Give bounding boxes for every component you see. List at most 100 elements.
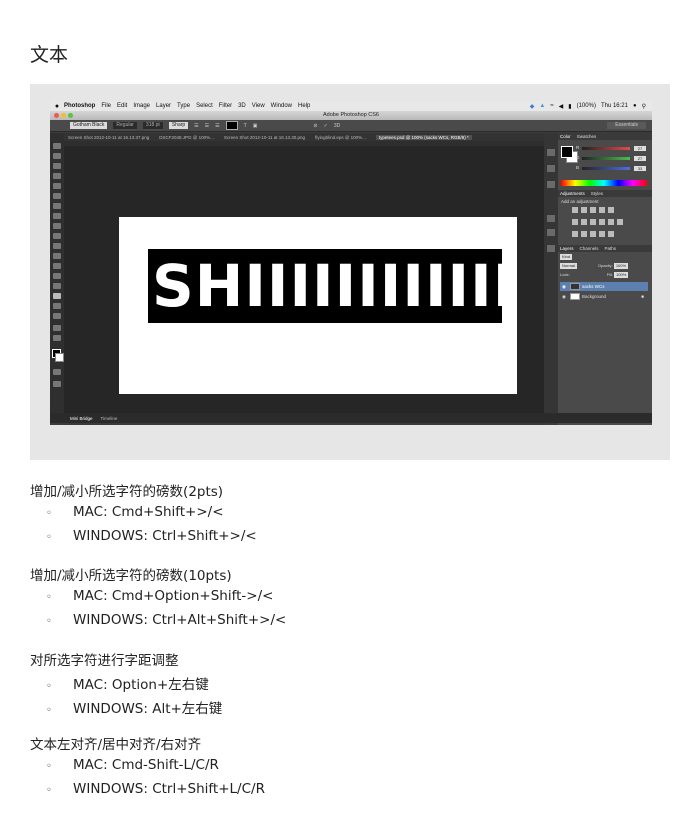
fill-field[interactable]: 100% — [614, 272, 629, 278]
quick-mask-icon[interactable] — [53, 369, 61, 375]
font-family-select[interactable]: Gotham Black — [70, 122, 108, 129]
visibility-eye-icon[interactable]: ◉ — [562, 282, 566, 291]
lasso-tool-icon[interactable] — [53, 163, 61, 169]
blue-value[interactable]: 33 — [634, 166, 646, 171]
selective-color-icon[interactable] — [608, 231, 614, 237]
menu-type[interactable]: Type — [177, 103, 190, 109]
zoom-window-button[interactable] — [68, 113, 73, 118]
3d-text-icon[interactable]: 3D — [334, 123, 340, 129]
type-tool-icon[interactable] — [53, 293, 61, 299]
photo-filter-icon[interactable] — [599, 219, 605, 225]
menu-3d[interactable]: 3D — [238, 103, 246, 109]
brush-tool-icon[interactable] — [53, 213, 61, 219]
eraser-tool-icon[interactable] — [53, 243, 61, 249]
close-window-button[interactable] — [54, 113, 59, 118]
paragraph-panel-icon[interactable] — [547, 229, 555, 236]
hue-saturation-icon[interactable] — [572, 219, 578, 225]
battery-icon[interactable]: ▮ — [568, 103, 571, 110]
tab-color[interactable]: Color — [560, 133, 571, 140]
levels-icon[interactable] — [581, 207, 587, 213]
menu-file[interactable]: File — [101, 103, 111, 109]
cancel-edit-icon[interactable]: ⊘ — [313, 123, 317, 129]
zoom-tool-icon[interactable] — [53, 335, 61, 341]
warp-text-icon[interactable]: T — [244, 123, 247, 129]
brightness-icon[interactable] — [572, 207, 578, 213]
tab-swatches[interactable]: Swatches — [577, 133, 597, 140]
healing-brush-tool-icon[interactable] — [53, 203, 61, 209]
font-style-select[interactable]: Regular — [113, 122, 137, 129]
workspace-select[interactable]: Essentials — [607, 122, 646, 129]
exposure-icon[interactable] — [599, 207, 605, 213]
document-tab[interactable]: flyingblind.eps @ 100%... — [315, 135, 366, 140]
menu-help[interactable]: Help — [298, 103, 310, 109]
crop-tool-icon[interactable] — [53, 183, 61, 189]
gradient-map-icon[interactable] — [599, 231, 605, 237]
actions-panel-icon[interactable] — [547, 165, 555, 172]
antialias-select[interactable]: Sharp — [168, 122, 189, 129]
clone-stamp-tool-icon[interactable] — [53, 223, 61, 229]
dodge-tool-icon[interactable] — [53, 273, 61, 279]
document-tab[interactable]: DSCF2048.JPG @ 100%... — [159, 135, 214, 140]
green-slider[interactable] — [582, 157, 630, 160]
quick-select-tool-icon[interactable] — [53, 173, 61, 179]
apple-icon[interactable]: ● — [50, 103, 64, 110]
hand-tool-icon[interactable] — [53, 325, 61, 331]
invert-icon[interactable] — [572, 231, 578, 237]
black-white-icon[interactable] — [590, 219, 596, 225]
menu-select[interactable]: Select — [196, 103, 213, 109]
tab-channels[interactable]: Channels — [580, 245, 599, 252]
font-size-select[interactable]: 318 pt — [142, 122, 163, 129]
tab-paths[interactable]: Paths — [605, 245, 617, 252]
blue-slider[interactable] — [582, 167, 630, 170]
minimize-window-button[interactable] — [61, 113, 66, 118]
character-panel-icon[interactable]: ▣ — [253, 123, 258, 129]
tool-presets-icon[interactable] — [547, 245, 555, 252]
eyedropper-tool-icon[interactable] — [53, 193, 61, 199]
document-tab-active[interactable]: typetees.psd @ 100% (sacks WCs, RGB/8) * — [375, 134, 472, 140]
blend-mode-select[interactable]: Normal — [560, 263, 577, 269]
tab-styles[interactable]: Styles — [591, 190, 603, 197]
color-spectrum[interactable] — [561, 180, 647, 186]
screen-mode-icon[interactable] — [53, 381, 61, 387]
path-select-tool-icon[interactable] — [53, 303, 61, 309]
align-right-icon[interactable]: ☰ — [215, 123, 219, 129]
curves-icon[interactable] — [590, 207, 596, 213]
twitter-icon[interactable]: ▲ — [539, 103, 545, 109]
opacity-field[interactable]: 100% — [613, 263, 629, 269]
brush-panel-icon[interactable] — [547, 181, 555, 188]
canvas-type-layer[interactable]: SHIIIIIIIIIIIIIII — [148, 249, 502, 323]
background-color-swatch[interactable] — [55, 353, 64, 362]
red-slider[interactable] — [582, 147, 630, 150]
color-balance-icon[interactable] — [581, 219, 587, 225]
document-tab[interactable]: Screen Shot 2012-10-11 at 16.13.37.png — [68, 135, 149, 140]
menu-image[interactable]: Image — [133, 103, 150, 109]
color-lookup-icon[interactable] — [617, 219, 623, 225]
layer-row-background[interactable]: ◉ Background ■ — [560, 292, 648, 301]
align-left-icon[interactable]: ☰ — [194, 123, 198, 129]
menu-layer[interactable]: Layer — [156, 103, 171, 109]
tab-mini-bridge[interactable]: Mini Bridge — [70, 416, 93, 421]
character-panel-dock-icon[interactable] — [547, 215, 555, 222]
green-value[interactable]: 27 — [634, 156, 646, 161]
posterize-icon[interactable] — [581, 231, 587, 237]
volume-icon[interactable]: ◀ — [559, 103, 564, 110]
pen-tool-icon[interactable] — [53, 283, 61, 289]
tab-timeline[interactable]: Timeline — [101, 416, 118, 421]
wifi-icon[interactable]: ≈ — [550, 103, 553, 109]
channel-mixer-icon[interactable] — [608, 219, 614, 225]
text-color-swatch[interactable] — [225, 121, 238, 130]
dropbox-icon[interactable]: ◆ — [530, 103, 535, 110]
menu-window[interactable]: Window — [271, 103, 292, 109]
user-icon[interactable]: ● — [633, 103, 637, 109]
menu-filter[interactable]: Filter — [219, 103, 232, 109]
spotlight-search-icon[interactable]: ⚲ — [642, 103, 646, 110]
panel-foreground-swatch[interactable] — [561, 146, 573, 158]
menubar-clock[interactable]: Thu 16:21 — [601, 103, 628, 109]
vibrance-icon[interactable] — [608, 207, 614, 213]
blur-tool-icon[interactable] — [53, 263, 61, 269]
align-center-icon[interactable]: ☰ — [205, 123, 209, 129]
document-canvas[interactable]: SHIIIIIIIIIIIIIII — [119, 217, 517, 394]
move-tool-icon[interactable] — [53, 143, 61, 149]
threshold-icon[interactable] — [590, 231, 596, 237]
commit-edit-icon[interactable]: ✓ — [324, 123, 328, 129]
